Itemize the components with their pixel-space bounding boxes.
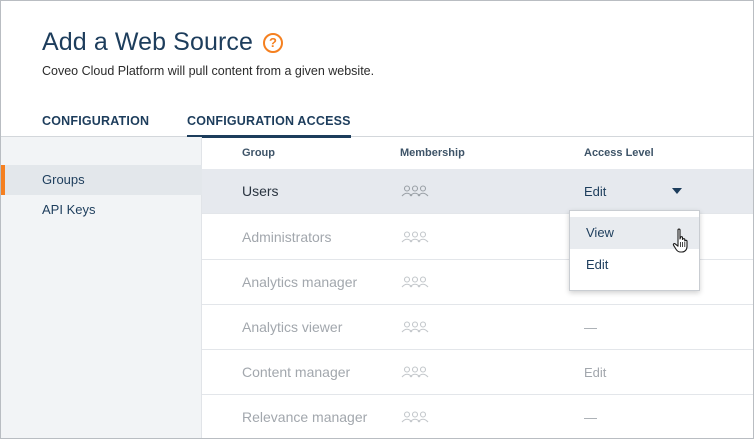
tab-bar: CONFIGURATION CONFIGURATION ACCESS: [1, 107, 753, 138]
group-name: Users: [242, 183, 279, 199]
members-icon[interactable]: [401, 366, 429, 378]
group-name: Content manager: [242, 364, 351, 380]
table-row[interactable]: Analytics viewer —: [202, 305, 753, 350]
group-name: Analytics viewer: [242, 319, 343, 335]
table-row[interactable]: Relevance manager —: [202, 395, 753, 438]
title-row: Add a Web Source ?: [42, 28, 283, 57]
page-title: Add a Web Source: [42, 28, 253, 56]
column-header-group[interactable]: Group: [242, 147, 275, 159]
page-subtitle: Coveo Cloud Platform will pull content f…: [42, 64, 375, 78]
sidebar-item-api-keys[interactable]: API Keys: [1, 195, 202, 225]
help-icon[interactable]: ?: [263, 32, 283, 53]
sidebar: Groups API Keys: [1, 137, 202, 438]
access-level-value[interactable]: Edit: [584, 184, 606, 199]
access-level-value: Edit: [584, 365, 607, 380]
group-name: Analytics manager: [242, 274, 358, 290]
sidebar-item-groups[interactable]: Groups: [1, 165, 202, 195]
members-icon[interactable]: [401, 321, 429, 333]
access-level-value: —: [584, 410, 597, 425]
members-icon[interactable]: [401, 276, 429, 288]
table-row[interactable]: Content manager Edit: [202, 350, 753, 395]
members-icon[interactable]: [401, 185, 429, 197]
column-header-access-level[interactable]: Access Level: [584, 147, 654, 159]
members-icon[interactable]: [401, 231, 429, 243]
table-row[interactable]: Users Edit: [202, 169, 753, 214]
hand-pointer-icon: [672, 228, 688, 253]
group-name: Administrators: [242, 229, 332, 245]
web-source-panel: Add a Web Source ? Coveo Cloud Platform …: [0, 0, 754, 439]
group-name: Relevance manager: [242, 409, 368, 425]
tab-configuration-access[interactable]: CONFIGURATION ACCESS: [187, 114, 351, 138]
column-header-membership[interactable]: Membership: [400, 147, 465, 159]
tab-configuration[interactable]: CONFIGURATION: [42, 114, 149, 135]
members-icon[interactable]: [401, 411, 429, 423]
chevron-down-icon[interactable]: [672, 188, 682, 194]
access-level-value: —: [584, 320, 597, 335]
